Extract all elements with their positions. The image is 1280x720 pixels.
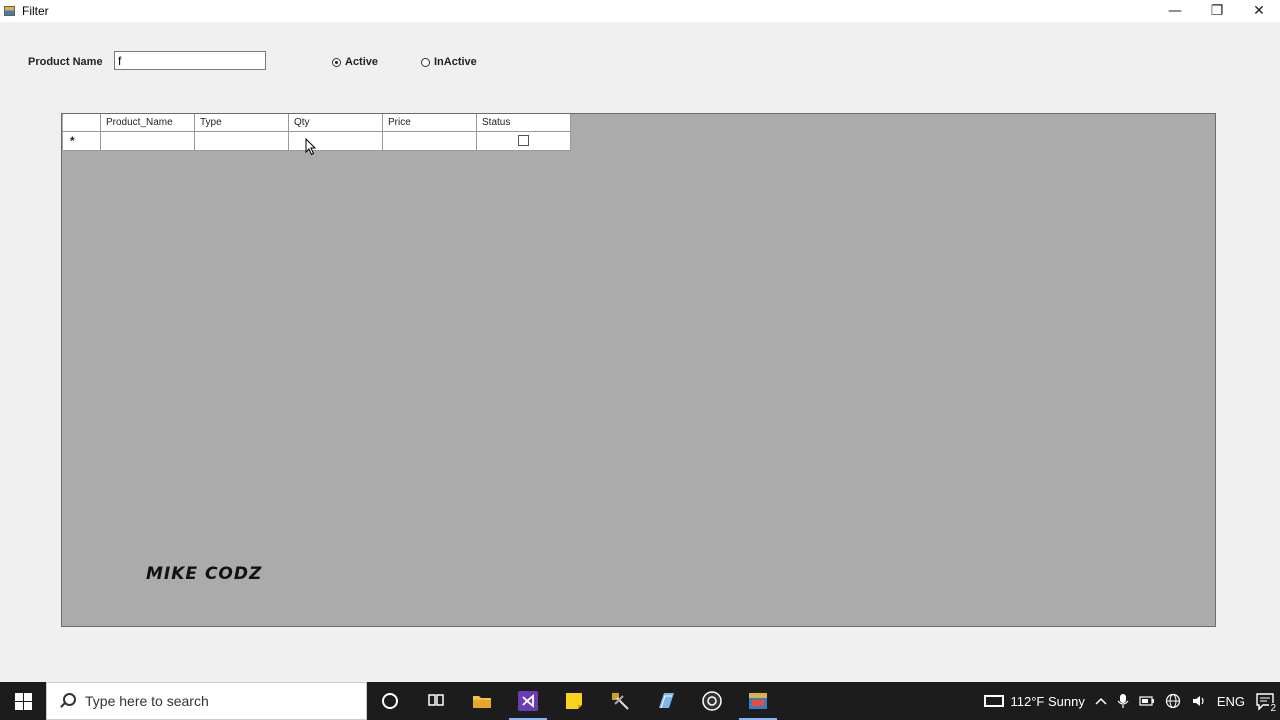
search-placeholder: Type here to search [85,693,209,709]
app-icon [4,5,16,17]
tools-icon [612,693,629,710]
cell-type[interactable] [194,130,289,151]
column-header-status[interactable]: Status [476,114,571,132]
windows-logo-icon [14,692,32,710]
radio-inactive-label: InActive [434,56,477,68]
close-button[interactable]: ✕ [1238,0,1280,22]
chevron-up-icon [1095,697,1107,705]
title-bar: Filter — ❐ ✕ [0,0,1280,22]
cell-status[interactable] [476,130,571,151]
sticky-notes-button[interactable] [551,682,597,720]
cortana-icon [382,693,398,709]
battery-button[interactable] [1139,695,1155,707]
cell-price[interactable] [382,130,477,151]
weather-text: 112°F Sunny [1010,693,1085,709]
radio-inactive[interactable]: InActive [421,56,477,68]
file-explorer-button[interactable] [459,682,505,720]
new-row-marker[interactable]: * [62,130,101,151]
search-icon [57,691,77,711]
minimize-button[interactable]: — [1154,0,1196,22]
product-name-label: Product Name [28,56,103,68]
data-grid[interactable]: Product_Name Type Qty Price Status * MIK… [61,113,1216,627]
hidden-icons-button[interactable] [1095,696,1107,706]
column-header-product-name[interactable]: Product_Name [100,114,195,132]
window-controls: — ❐ ✕ [1154,0,1280,22]
product-name-input[interactable] [114,51,266,70]
weather-widget[interactable]: 112°F Sunny [984,693,1085,709]
close-icon: ✕ [1253,3,1265,19]
tools-app-button[interactable] [597,682,643,720]
system-tray: 112°F Sunny ENG 2 [979,682,1280,720]
radio-active[interactable]: Active [332,56,378,68]
grid-corner-header[interactable] [62,114,101,132]
cortana-button[interactable] [367,682,413,720]
obs-button[interactable] [689,682,735,720]
obs-icon [702,691,722,711]
maximize-button[interactable]: ❐ [1196,0,1238,22]
network-button[interactable] [1165,693,1181,709]
cell-product-name[interactable] [100,130,195,151]
action-center-button[interactable]: 2 [1250,682,1280,720]
cell-qty[interactable] [288,130,383,151]
radio-active-label: Active [345,56,379,68]
window-title: Filter [22,4,49,18]
notepad-app-button[interactable] [643,682,689,720]
microphone-icon [1117,694,1129,708]
task-view-button[interactable] [413,682,459,720]
column-header-qty[interactable]: Qty [288,114,383,132]
news-weather-icon [984,695,1005,707]
sticky-notes-icon [566,693,582,709]
visual-studio-icon [518,691,538,711]
battery-icon [1139,696,1154,706]
folder-icon [473,696,491,708]
visual-studio-button[interactable] [505,682,551,720]
grid-header-row: Product_Name Type Qty Price Status [62,114,571,132]
microphone-button[interactable] [1117,693,1129,709]
notification-count: 2 [1269,703,1277,714]
taskbar: Type here to search 112°F Sunny ENG 2 [0,682,1280,720]
minimize-icon: — [1168,3,1182,19]
filter-app-button[interactable] [735,682,781,720]
taskbar-search[interactable]: Type here to search [46,682,367,720]
language-indicator[interactable]: ENG [1217,694,1245,709]
volume-button[interactable] [1191,694,1207,708]
radio-active-indicator[interactable] [332,57,341,67]
column-header-price[interactable]: Price [382,114,477,132]
start-button[interactable] [0,682,46,720]
mouse-cursor-icon [305,138,317,156]
radio-inactive-indicator[interactable] [421,57,430,67]
notepad-icon [659,693,674,709]
globe-icon [1165,693,1180,709]
maximize-icon: ❐ [1210,3,1224,19]
watermark-text: MIKE CODZ [146,564,263,584]
task-view-icon [428,694,444,706]
winforms-app-icon [749,693,767,709]
speaker-icon [1192,696,1204,706]
column-header-type[interactable]: Type [194,114,289,132]
status-checkbox[interactable] [518,135,529,146]
form-area: Product Name Active InActive Product_Nam… [0,22,1280,682]
